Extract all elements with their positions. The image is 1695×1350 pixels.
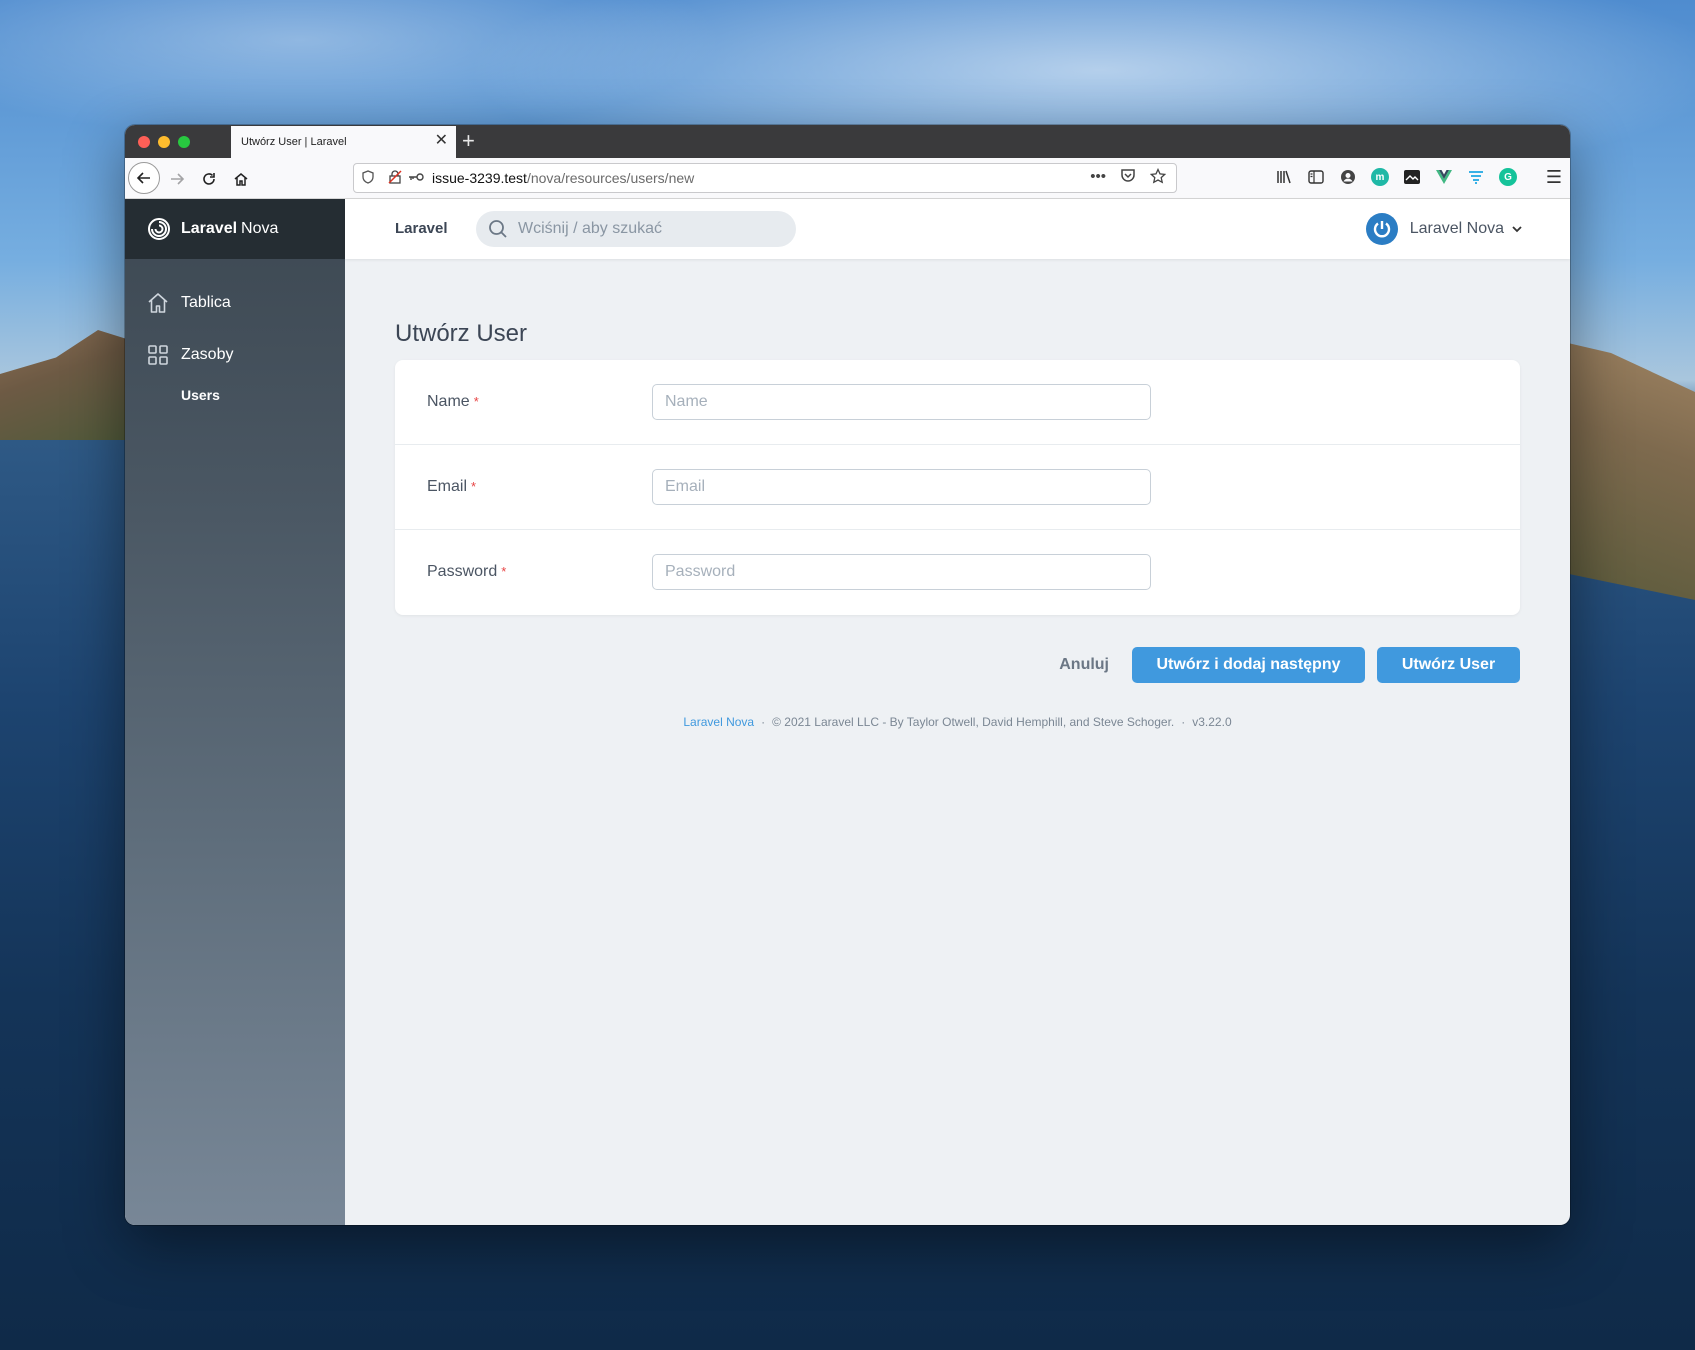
sidebar-item-zasoby[interactable]: Zasoby [125, 343, 345, 367]
top-header: Laravel Wciśnij / aby szukać Laravel Nov… [345, 199, 1570, 259]
user-name: Laravel Nova [1409, 220, 1504, 237]
nova-app: Laravel Nova Tablica Zasoby Users Larave… [125, 199, 1570, 1225]
minimize-window-button[interactable] [158, 136, 170, 148]
footer-separator: · [761, 715, 766, 729]
password-label: Password * [427, 563, 507, 580]
arrow-right-icon [171, 173, 185, 185]
bookmark-star-icon[interactable] [1149, 167, 1167, 188]
footer-separator: · [1181, 715, 1186, 729]
page-title: Utwórz User [395, 320, 528, 347]
footer-version: v3.22.0 [1192, 715, 1232, 729]
new-tab-icon[interactable]: + [462, 128, 475, 154]
reload-icon [203, 173, 215, 185]
form-row-email: Email * [395, 445, 1520, 530]
extension-photo-icon[interactable] [1403, 168, 1421, 186]
brand[interactable]: Laravel Nova [125, 199, 345, 259]
footer-nova-link[interactable]: Laravel Nova [683, 715, 754, 729]
insecure-lock-icon[interactable] [388, 169, 402, 187]
name-field[interactable] [652, 384, 1151, 420]
home-button[interactable] [227, 165, 255, 193]
app-name-link[interactable]: Laravel [395, 220, 448, 237]
brand-bold: Laravel [181, 220, 238, 237]
reload-button[interactable] [195, 165, 223, 193]
browser-window: Utwórz User | Laravel ✕ + issue-3239.tes… [125, 125, 1570, 1225]
password-field[interactable] [652, 554, 1151, 590]
nova-logo-icon [148, 218, 170, 240]
main-content: Utwórz User Name* Email* Password* Anulu… [395, 259, 1520, 729]
desktop-background-land [1555, 340, 1695, 600]
url-path: /nova/resources/users/new [526, 170, 695, 186]
close-window-button[interactable] [138, 136, 150, 148]
url-host: issue-3239.test [432, 170, 527, 186]
zoom-window-button[interactable] [178, 136, 190, 148]
vue-devtools-icon[interactable] [1435, 168, 1453, 186]
chevron-down-icon [1512, 222, 1522, 236]
page-actions-icon[interactable]: ••• [1090, 168, 1106, 188]
user-menu[interactable]: Laravel Nova [1365, 213, 1522, 245]
sidebar-toggle-icon[interactable] [1307, 168, 1325, 186]
email-field[interactable] [652, 469, 1151, 505]
sidebar-item-users[interactable]: Users [125, 385, 345, 405]
create-user-button[interactable]: Utwórz User [1377, 647, 1520, 683]
global-search[interactable]: Wciśnij / aby szukać [476, 211, 796, 247]
account-icon[interactable] [1339, 168, 1357, 186]
tab-title: Utwórz User | Laravel [241, 136, 347, 148]
sidebar-item-label: Zasoby [181, 346, 234, 363]
desktop-background-land [0, 330, 140, 440]
create-and-add-another-button[interactable]: Utwórz i dodaj następny [1132, 647, 1365, 683]
sidebar-item-tablica[interactable]: Tablica [125, 291, 345, 315]
home-icon [148, 293, 168, 313]
avatar [1365, 213, 1398, 245]
key-icon[interactable] [408, 171, 424, 185]
extension-m-icon[interactable]: m [1371, 168, 1389, 186]
url-bar[interactable]: issue-3239.test/nova/resources/users/new… [353, 163, 1177, 193]
sidebar-item-label: Tablica [181, 294, 231, 311]
footer-copyright: © 2021 Laravel LLC - By Taylor Otwell, D… [772, 715, 1175, 729]
home-icon [234, 173, 248, 186]
browser-tab[interactable]: Utwórz User | Laravel ✕ [231, 126, 456, 158]
required-marker: * [473, 394, 479, 409]
hamburger-menu-icon[interactable]: ☰ [1546, 167, 1562, 188]
email-label: Email * [427, 478, 477, 495]
arrow-left-icon [136, 172, 150, 184]
grid-icon [148, 345, 168, 365]
toolbar-extensions: m G [1275, 168, 1517, 186]
navigation-toolbar: issue-3239.test/nova/resources/users/new… [125, 158, 1570, 199]
tracking-protection-icon[interactable] [362, 170, 376, 186]
required-marker: * [501, 564, 507, 579]
forward-button[interactable] [163, 165, 191, 193]
grammarly-icon[interactable]: G [1499, 168, 1517, 186]
close-tab-icon[interactable]: ✕ [435, 132, 448, 150]
pocket-icon[interactable] [1120, 168, 1136, 188]
cancel-button[interactable]: Anuluj [1059, 656, 1109, 674]
back-button[interactable] [128, 162, 160, 194]
search-placeholder: Wciśnij / aby szukać [518, 220, 663, 237]
power-icon [1373, 221, 1390, 238]
form-row-name: Name * [395, 360, 1520, 445]
extension-filter-icon[interactable] [1467, 168, 1485, 186]
library-icon[interactable] [1275, 168, 1293, 186]
form-card: Name* Email* Password* [395, 360, 1520, 615]
required-marker: * [471, 479, 477, 494]
form-actions: Anuluj Utwórz i dodaj następny Utwórz Us… [395, 647, 1520, 683]
search-icon [489, 220, 507, 238]
tab-bar: Utwórz User | Laravel ✕ + [125, 125, 1570, 158]
brand-rest: Nova [241, 220, 279, 237]
footer: Laravel Nova · © 2021 Laravel LLC - By Tay… [395, 715, 1520, 729]
name-label: Name * [427, 393, 479, 410]
sidebar: Laravel Nova Tablica Zasoby Users [125, 199, 345, 1225]
form-row-password: Password * [395, 530, 1520, 615]
